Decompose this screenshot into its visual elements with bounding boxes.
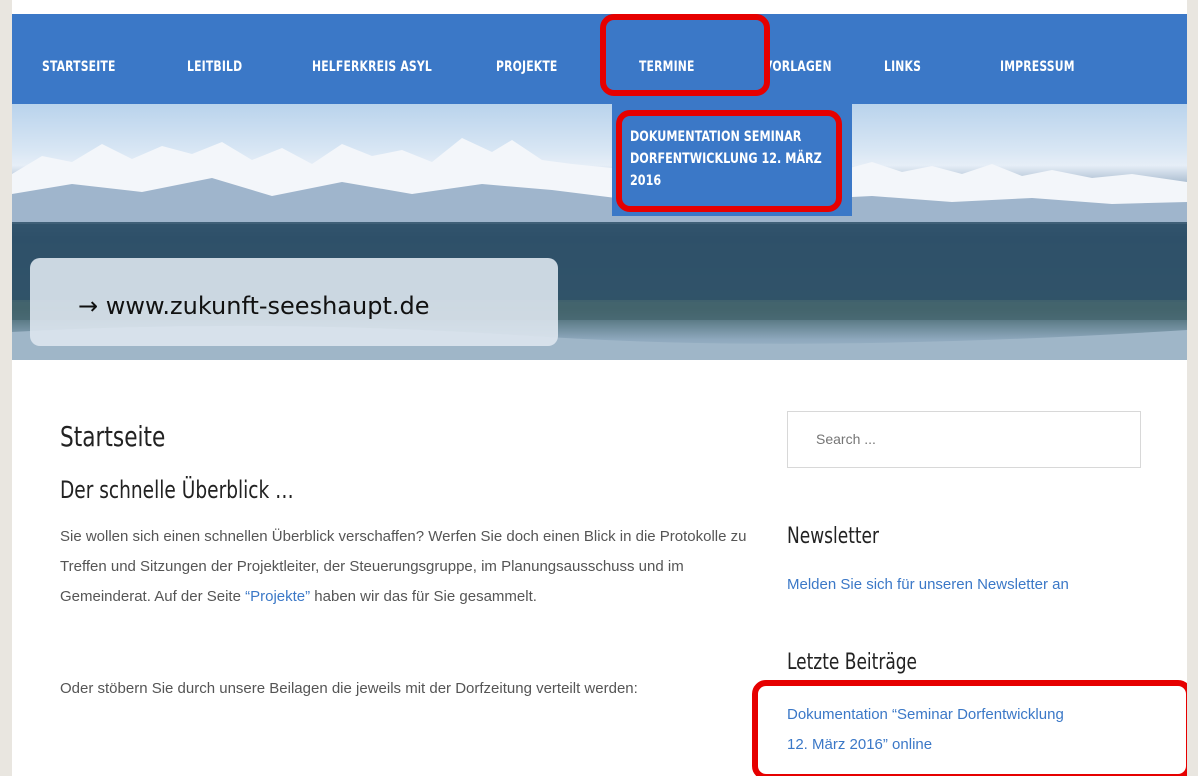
page-title: Startseite xyxy=(60,420,166,453)
url-overlay-box: → www.zukunft-seeshaupt.de xyxy=(30,258,558,346)
recent-posts-heading: Letzte Beiträge xyxy=(787,650,918,675)
nav-item-leitbild[interactable]: LEITBILD xyxy=(187,59,242,75)
projekte-link[interactable]: “Projekte” xyxy=(245,588,310,605)
beilagen-paragraph: Oder stöbern Sie durch unsere Beilagen d… xyxy=(60,680,638,697)
nav-item-impressum[interactable]: IMPRESSUM xyxy=(1000,59,1075,75)
page-frame-right xyxy=(1187,0,1198,776)
highlight-recent-post xyxy=(752,680,1192,776)
search-input[interactable] xyxy=(787,411,1141,468)
nav-item-links[interactable]: LINKS xyxy=(884,59,921,75)
newsletter-heading: Newsletter xyxy=(787,524,880,549)
nav-item-startseite[interactable]: STARTSEITE xyxy=(42,59,116,75)
newsletter-signup-link[interactable]: Melden Sie sich für unseren Newsletter a… xyxy=(787,570,1069,600)
nav-item-projekte[interactable]: PROJEKTE xyxy=(496,59,557,75)
website-url-text[interactable]: → www.zukunft-seeshaupt.de xyxy=(78,292,429,320)
hero-banner: → www.zukunft-seeshaupt.de xyxy=(12,104,1187,360)
highlight-termine xyxy=(600,14,770,96)
nav-item-vorlagen[interactable]: VORLAGEN xyxy=(764,59,832,75)
page-frame-left xyxy=(0,0,12,776)
paragraph-text: haben wir das für Sie gesammelt. xyxy=(310,588,537,605)
nav-item-helferkreis-asyl[interactable]: HELFERKREIS ASYL xyxy=(312,59,432,75)
page: STARTSEITE LEITBILD HELFERKREIS ASYL PRO… xyxy=(12,0,1196,776)
highlight-dropdown-item xyxy=(616,110,842,212)
intro-paragraph: Sie wollen sich einen schnellen Überblic… xyxy=(60,522,750,612)
section-subtitle: Der schnelle Überblick … xyxy=(60,476,294,504)
